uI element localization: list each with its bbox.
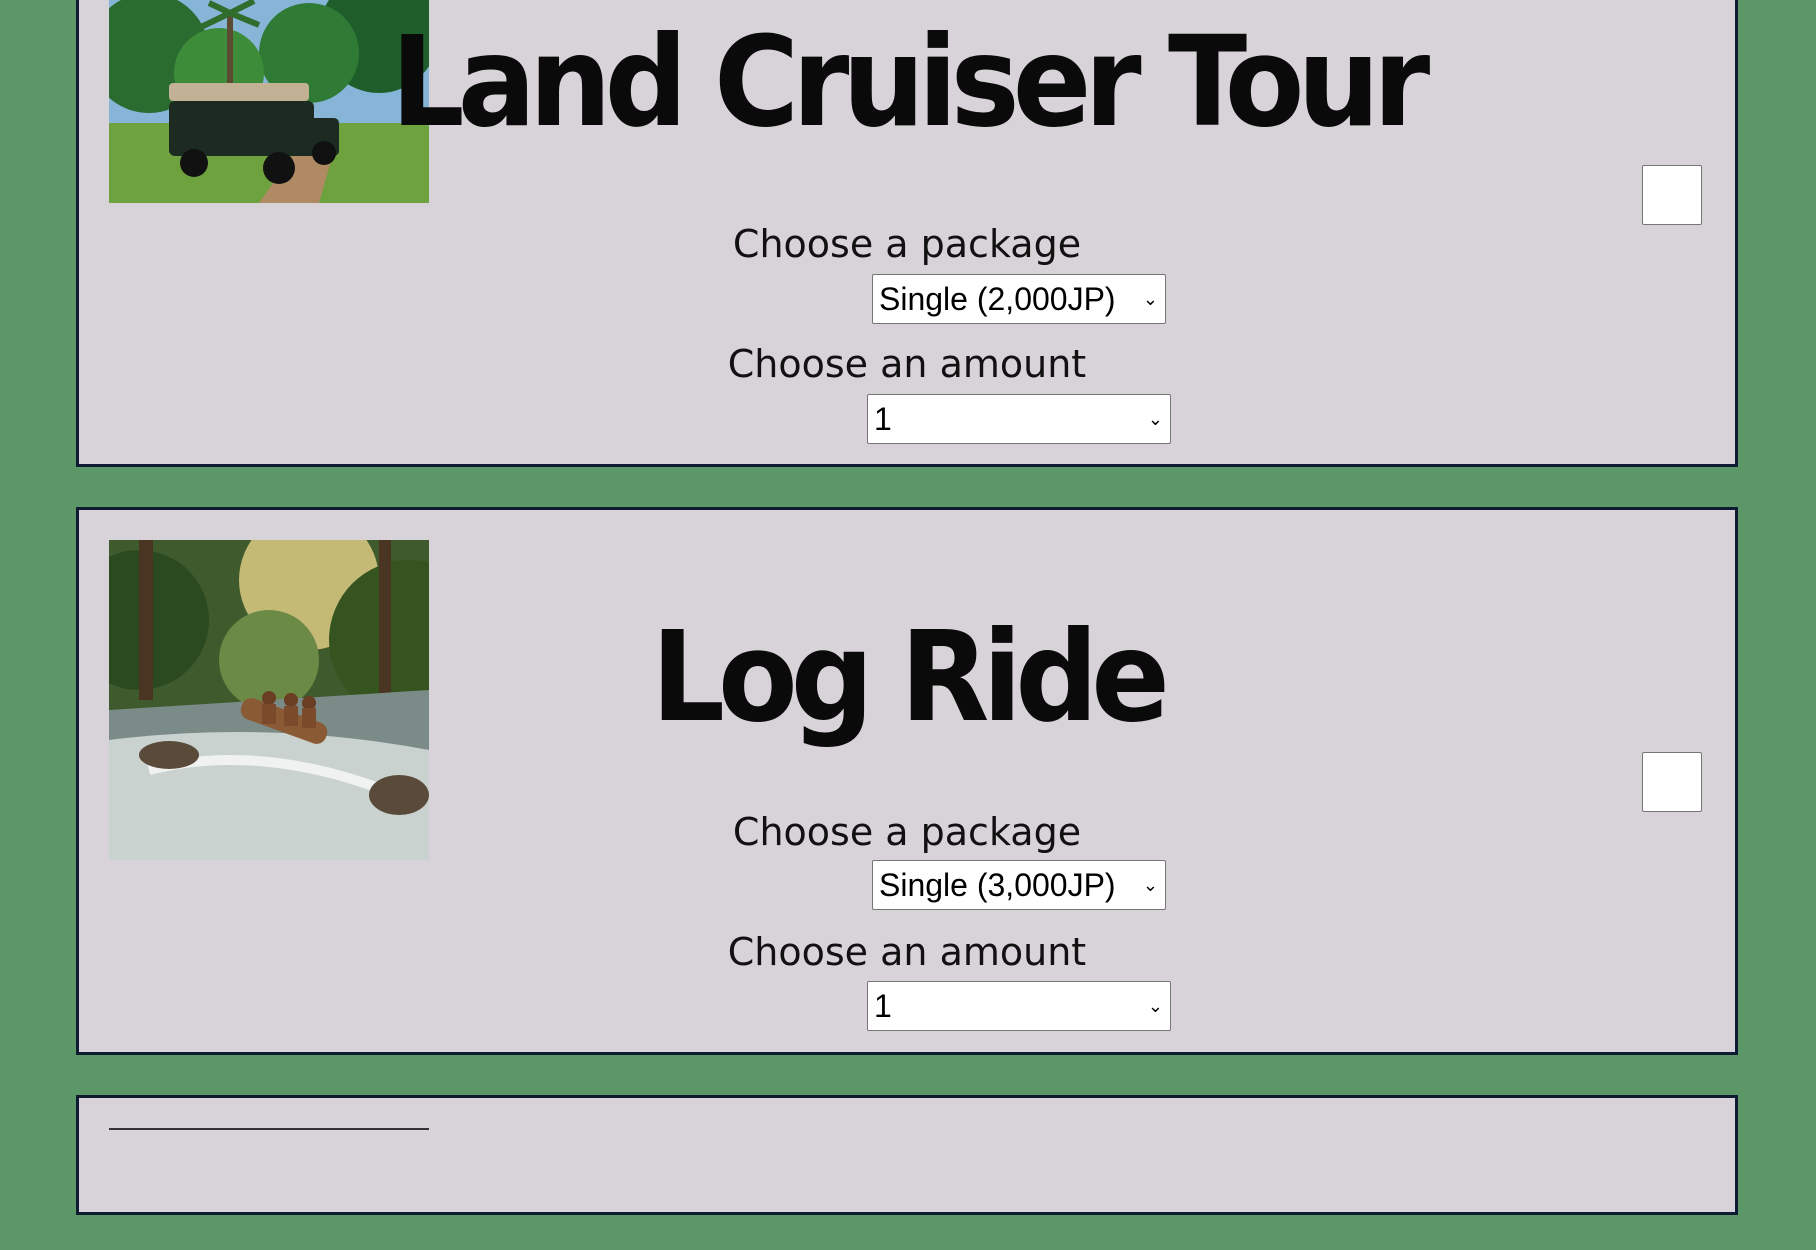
amount-selected-value: 1 <box>874 401 892 437</box>
tour-title: Land Cruiser Tour <box>390 9 1430 156</box>
chevron-down-icon: ⌄ <box>1147 996 1163 1016</box>
tour-photo <box>109 1128 429 1250</box>
amount-select[interactable]: 1 ⌄ <box>867 394 1171 444</box>
package-select[interactable]: Single (2,000JP) ⌄ <box>872 274 1166 324</box>
package-selected-value: Single (2,000JP) <box>879 281 1116 317</box>
select-tour-checkbox[interactable] <box>1642 165 1702 225</box>
amount-selected-value: 1 <box>874 988 892 1024</box>
tour-card-land-cruiser: Land Cruiser Tour Choose a package Singl… <box>76 0 1738 467</box>
tour-card-log-ride: Log Ride Choose a package Single (3,000J… <box>76 507 1738 1055</box>
tour-card-next <box>76 1095 1738 1215</box>
package-select[interactable]: Single (3,000JP) ⌄ <box>872 860 1166 910</box>
amount-label: Choose an amount <box>727 342 1087 386</box>
package-label: Choose a package <box>732 222 1082 266</box>
tour-title: Log Ride <box>651 604 1170 751</box>
amount-label: Choose an amount <box>727 930 1087 974</box>
package-selected-value: Single (3,000JP) <box>879 867 1116 903</box>
package-label: Choose a package <box>732 810 1082 854</box>
select-tour-checkbox[interactable] <box>1642 752 1702 812</box>
amount-select[interactable]: 1 ⌄ <box>867 981 1171 1031</box>
chevron-down-icon: ⌄ <box>1147 409 1163 429</box>
chevron-down-icon: ⌄ <box>1142 289 1158 309</box>
chevron-down-icon: ⌄ <box>1142 875 1158 895</box>
